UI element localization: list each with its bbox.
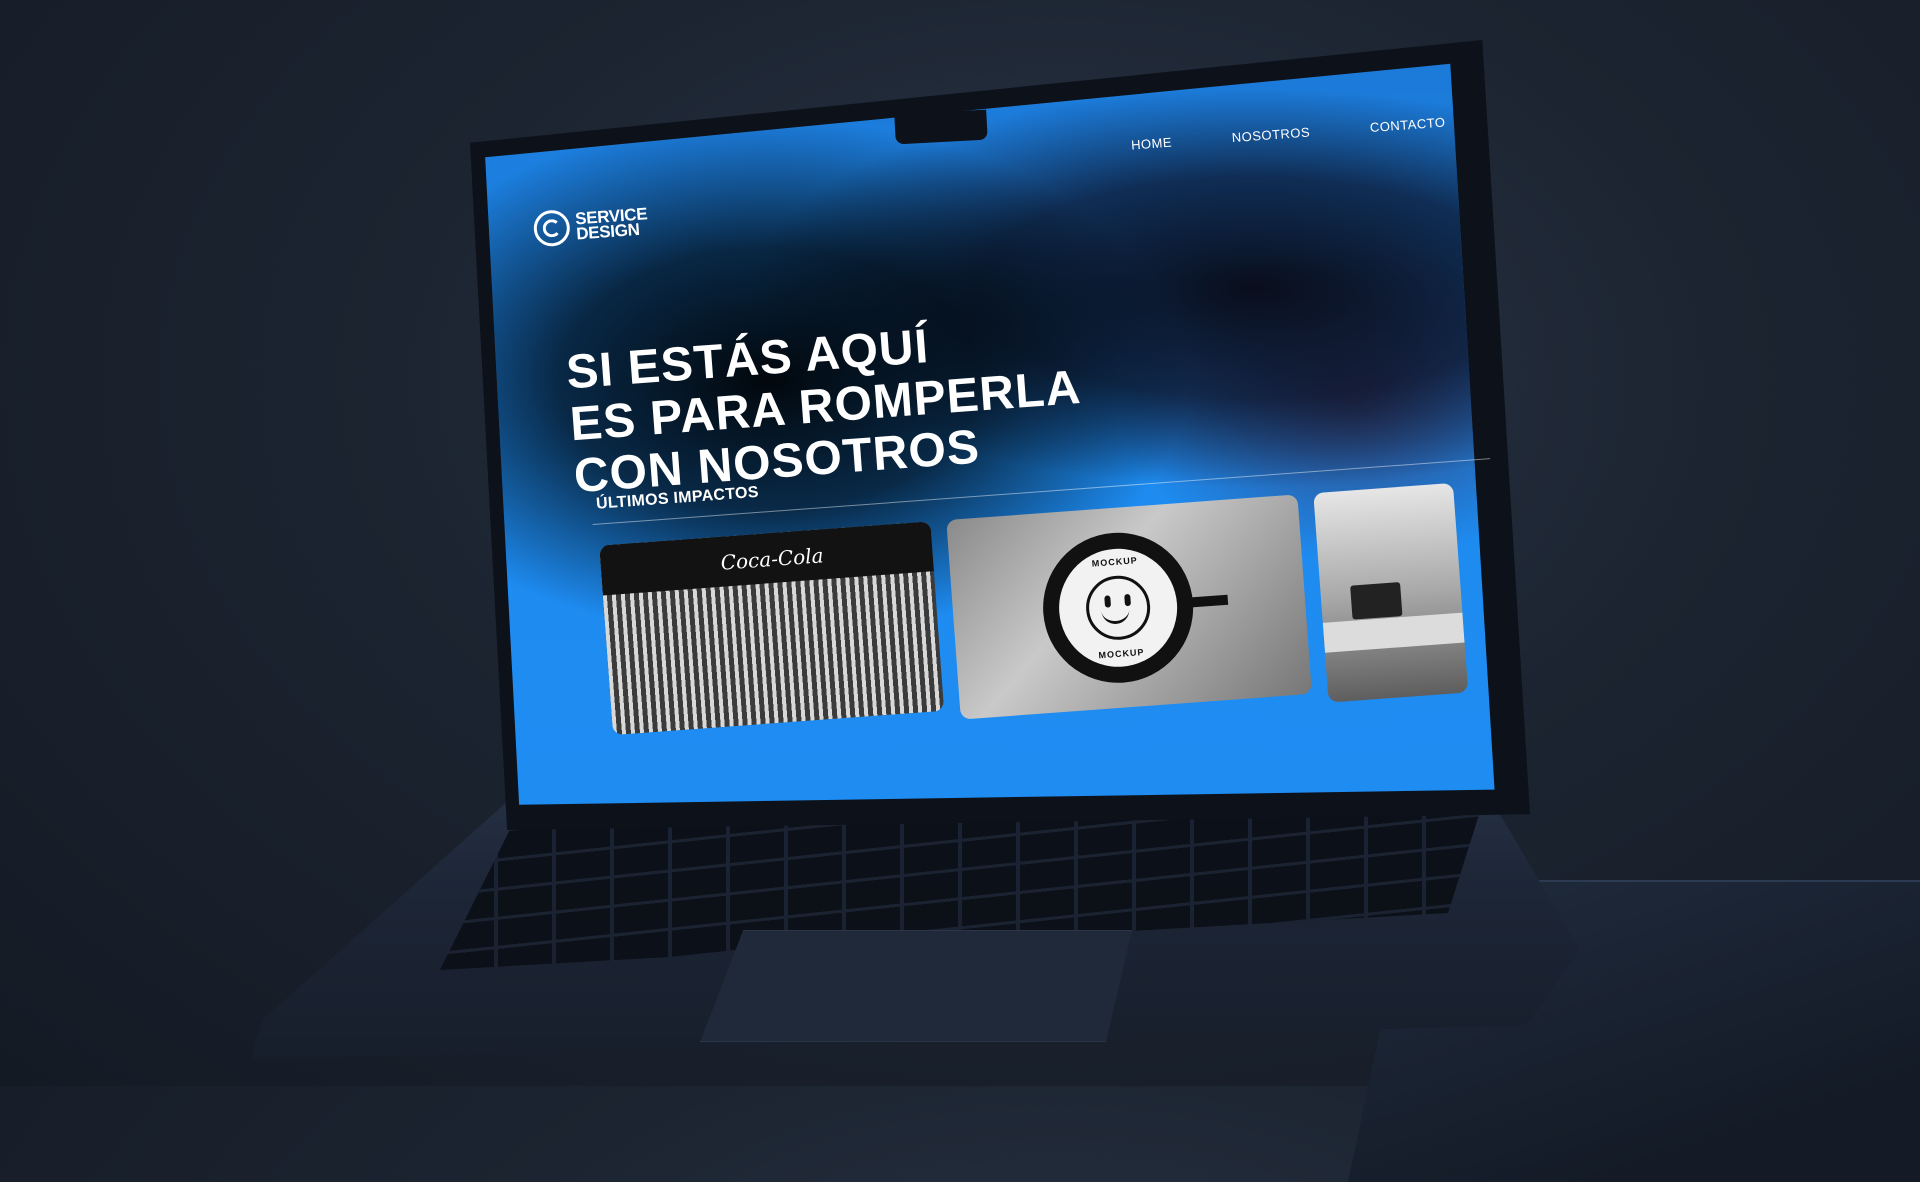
project-card-store[interactable] xyxy=(1313,482,1469,703)
logo-line-2: DESIGN xyxy=(575,219,641,244)
sign-face: MOCKUP MOCKUP xyxy=(1054,544,1182,671)
website-content: SERVICE DESIGN HOME NOSOTROS CONTACTO SI… xyxy=(525,78,1549,788)
logo-text: SERVICE DESIGN xyxy=(574,204,649,244)
sign-label-bottom: MOCKUP xyxy=(1098,646,1145,661)
sign-bracket xyxy=(1187,594,1229,608)
smiley-icon xyxy=(1083,573,1153,643)
project-cards: Coca-Cola MOCKUP MOCKUP xyxy=(599,482,1469,755)
project-card-fridge[interactable]: Coca-Cola xyxy=(599,521,945,736)
service-design-logo-icon xyxy=(532,208,572,248)
smiley-sign-image: MOCKUP MOCKUP xyxy=(1037,527,1199,689)
store-interior-image xyxy=(1350,582,1403,620)
hero-heading: SI ESTÁS AQUÍ ES PARA ROMPERLA CON NOSOT… xyxy=(565,310,1087,503)
nav-nosotros[interactable]: NOSOTROS xyxy=(1231,124,1310,145)
trackpad xyxy=(700,930,1132,1042)
sign-label-top: MOCKUP xyxy=(1091,555,1139,569)
nav-contacto[interactable]: CONTACTO xyxy=(1369,115,1446,136)
store-counter xyxy=(1322,612,1465,653)
site-logo[interactable]: SERVICE DESIGN xyxy=(532,203,650,248)
project-card-sign[interactable]: MOCKUP MOCKUP xyxy=(946,494,1312,720)
nav-home[interactable]: HOME xyxy=(1131,135,1173,153)
main-nav: HOME NOSOTROS CONTACTO xyxy=(1131,115,1446,153)
